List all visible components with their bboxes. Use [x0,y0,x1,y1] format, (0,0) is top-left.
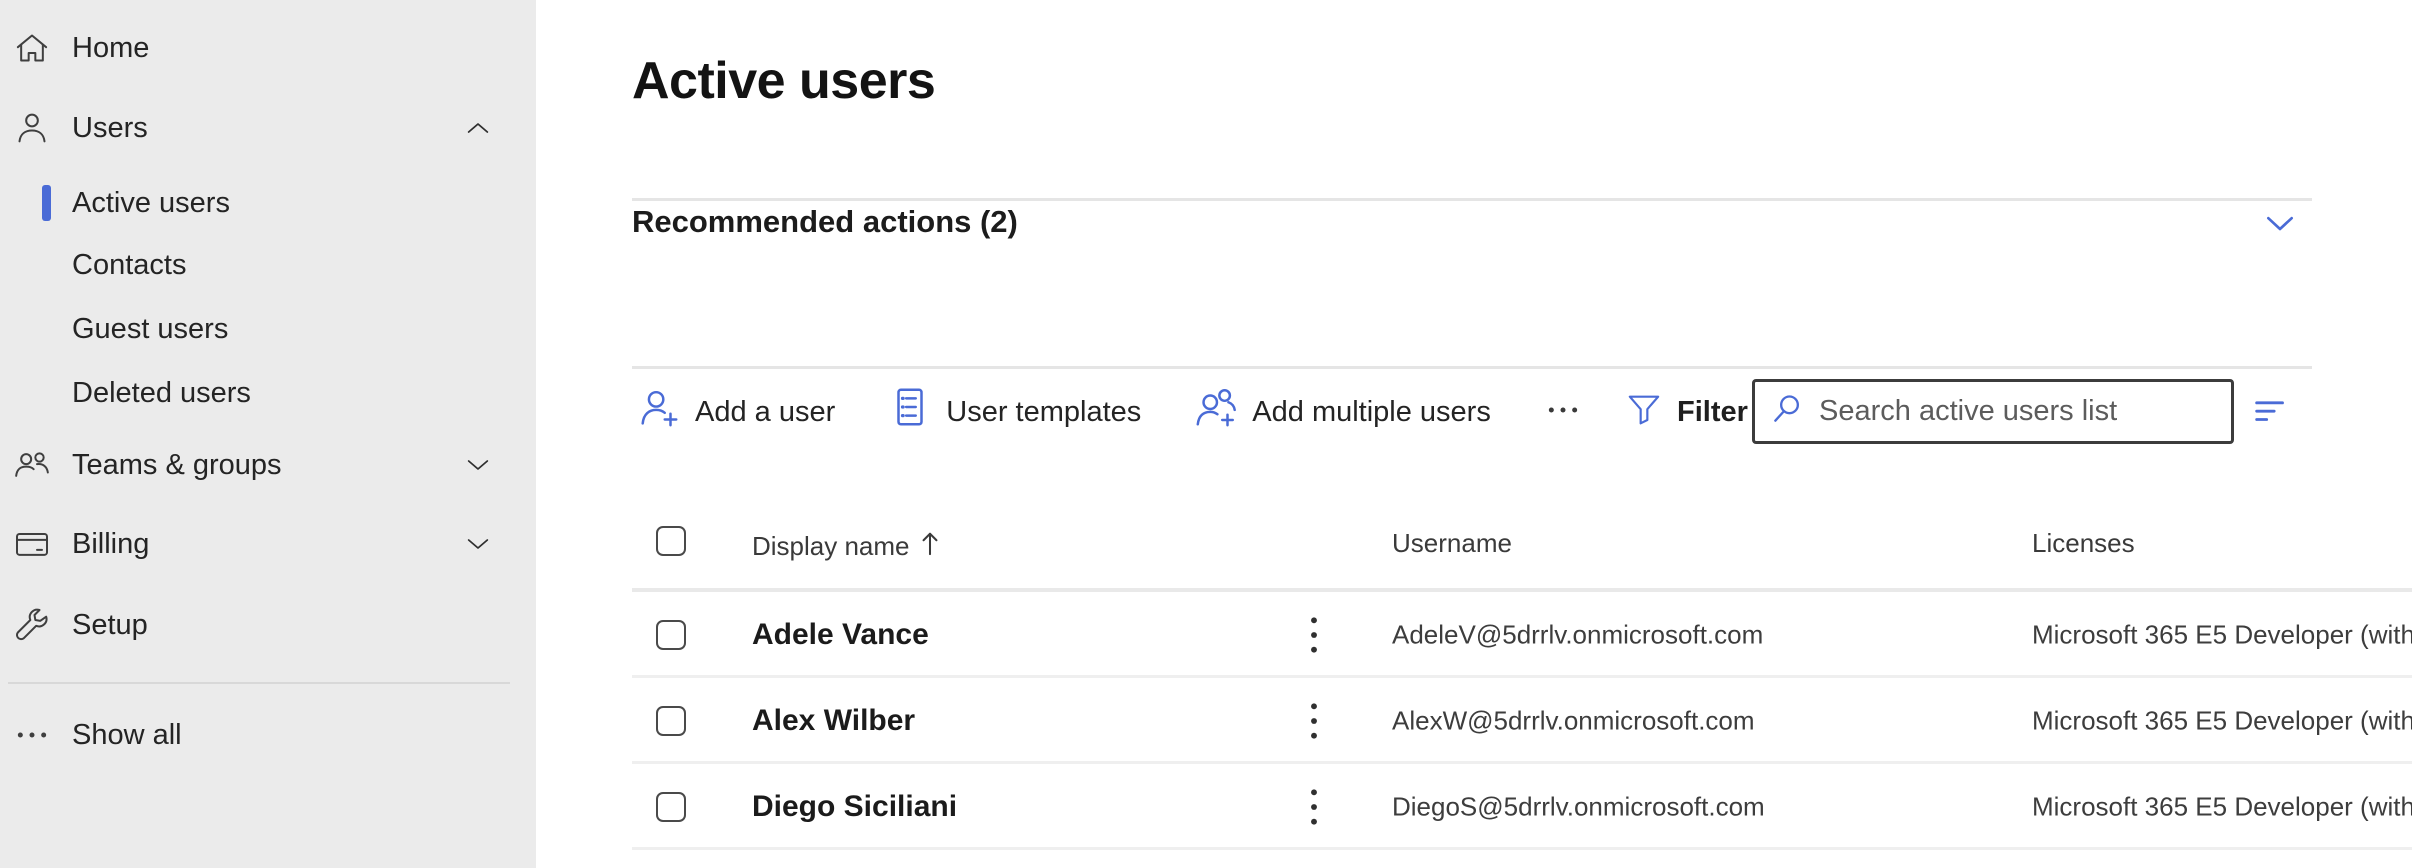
search-box[interactable] [1752,379,2234,444]
add-multiple-users-icon [1193,385,1239,439]
user-templates-icon [887,385,933,439]
wrench-icon [10,605,54,645]
column-label: Username [1392,528,1512,559]
active-indicator [42,185,51,221]
ellipsis-icon [1543,390,1583,435]
sidebar-item-guest-users[interactable]: Guest users [0,298,536,360]
command-label: Add multiple users [1252,396,1491,429]
sidebar-item-home[interactable]: Home [0,8,536,88]
row-more-actions-icon[interactable] [1308,699,1320,743]
licenses-cell: Microsoft 365 E5 Developer (withou [2032,706,2412,737]
select-all-checkbox[interactable] [656,526,686,556]
sidebar-item-label: Setup [72,609,148,642]
recommended-actions-label: Recommended actions (2) [632,204,1018,239]
sidebar-item-label: Billing [72,528,149,561]
sidebar: Home Users Active users Contacts Guest u… [0,0,536,868]
billing-card-icon [10,524,54,564]
command-label: Add a user [695,396,835,429]
licenses-cell: Microsoft 365 E5 Developer (withou [2032,792,2412,823]
column-header-username[interactable]: Username [1392,528,1512,559]
page-title: Active users [632,51,935,111]
recommended-actions-header[interactable]: Recommended actions (2) [632,204,2312,254]
user-templates-button[interactable]: User templates [887,385,1141,439]
search-icon [1767,389,1807,434]
column-header-display-name[interactable]: Display name [752,528,942,565]
sidebar-divider [8,682,510,684]
more-actions-button[interactable] [1543,390,1583,435]
people-icon [10,445,54,485]
add-a-user-button[interactable]: Add a user [636,385,835,439]
column-label: Licenses [2032,528,2135,559]
display-name-cell[interactable]: Adele Vance [752,618,929,652]
row-more-actions-icon[interactable] [1308,613,1320,657]
chevron-down-icon[interactable] [2260,204,2300,249]
table-row: Adele Vance AdeleV@5drrlv.onmicrosoft.co… [536,592,2412,678]
sidebar-item-setup[interactable]: Setup [0,585,536,665]
add-user-icon [636,385,682,439]
sidebar-item-teams-groups[interactable]: Teams & groups [0,425,536,505]
chevron-down-icon[interactable] [462,449,494,481]
display-name-cell[interactable]: Diego Siciliani [752,790,957,824]
filter-button[interactable]: Filter [1624,380,1748,444]
display-name-cell[interactable]: Alex Wilber [752,704,915,738]
row-checkbox[interactable] [656,706,686,736]
row-checkbox[interactable] [656,620,686,650]
table-row: Diego Siciliani DiegoS@5drrlv.onmicrosof… [536,764,2412,850]
chevron-down-icon[interactable] [462,528,494,560]
sidebar-item-label: Contacts [72,249,186,282]
username-cell: DiegoS@5drrlv.onmicrosoft.com [1392,792,1765,823]
filter-funnel-icon [1624,390,1664,435]
section-divider [632,366,2312,369]
ellipsis-icon [10,715,54,755]
section-divider [632,198,2312,201]
licenses-cell: Microsoft 365 E5 Developer (withou [2032,620,2412,651]
sidebar-item-label: Active users [72,187,230,220]
home-icon [10,28,54,68]
sidebar-item-users[interactable]: Users [0,88,536,168]
person-icon [10,108,54,148]
search-input[interactable] [1817,394,2219,429]
sidebar-item-contacts[interactable]: Contacts [0,234,536,296]
sidebar-item-label: Guest users [72,313,228,346]
sort-lines-icon[interactable] [2250,392,2290,437]
sidebar-item-billing[interactable]: Billing [0,504,536,584]
row-divider [632,847,2412,850]
command-bar: Add a user User templates Add multiple u… [636,380,1583,444]
sidebar-item-deleted-users[interactable]: Deleted users [0,362,536,424]
row-checkbox[interactable] [656,792,686,822]
sidebar-item-label: Show all [72,719,182,752]
add-multiple-users-button[interactable]: Add multiple users [1193,385,1491,439]
sidebar-item-label: Users [72,112,148,145]
sidebar-item-label: Deleted users [72,377,251,410]
sidebar-item-label: Home [72,32,149,65]
main-content: Active users Recommended actions (2) Add… [536,0,2412,868]
table-row: Alex Wilber AlexW@5drrlv.onmicrosoft.com… [536,678,2412,764]
filter-label: Filter [1677,396,1748,429]
sort-ascending-arrow-icon [918,528,942,565]
row-more-actions-icon[interactable] [1308,785,1320,829]
chevron-up-icon[interactable] [462,112,494,144]
username-cell: AlexW@5drrlv.onmicrosoft.com [1392,706,1755,737]
column-label: Display name [752,531,910,562]
sidebar-item-show-all[interactable]: Show all [0,695,536,775]
username-cell: AdeleV@5drrlv.onmicrosoft.com [1392,620,1763,651]
column-header-licenses[interactable]: Licenses [2032,528,2135,559]
command-label: User templates [946,396,1141,429]
sidebar-item-active-users[interactable]: Active users [0,172,536,234]
sidebar-item-label: Teams & groups [72,449,282,482]
